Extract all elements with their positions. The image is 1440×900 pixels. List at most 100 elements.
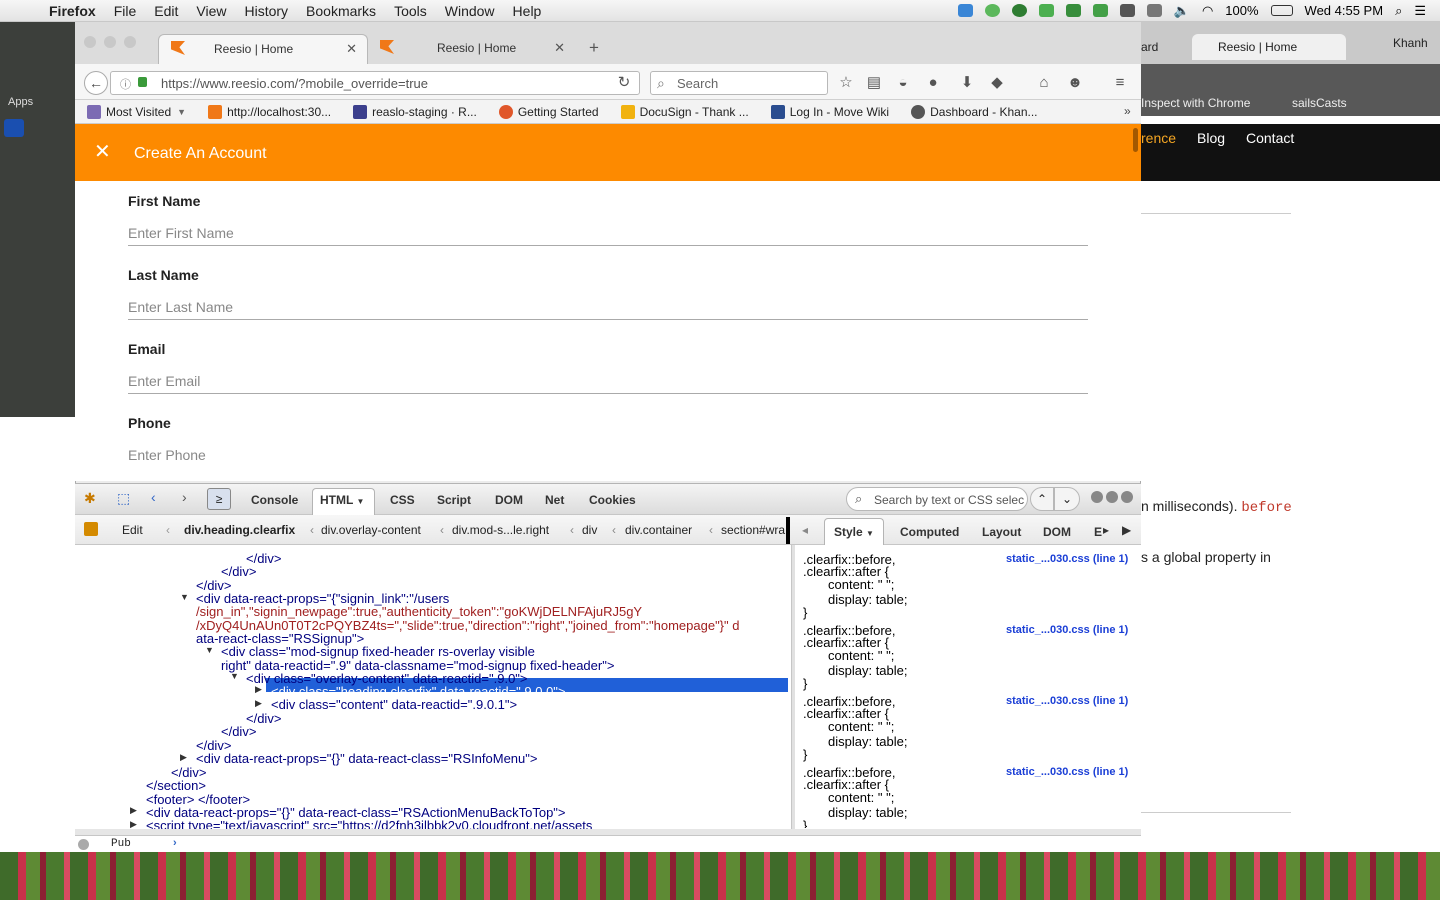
breadcrumb-item[interactable]: div.container — [625, 523, 692, 537]
hangouts-icon[interactable] — [1011, 4, 1027, 17]
command-input[interactable]: Pub — [111, 838, 131, 850]
bookmark-getting-started[interactable]: Getting Started — [498, 104, 621, 119]
breadcrumb-item[interactable]: div.mod-s...le.right — [452, 523, 549, 537]
html-line[interactable]: </div> — [221, 724, 256, 739]
home-icon[interactable]: ⌂ — [1035, 74, 1053, 92]
menu-app[interactable]: Firefox — [40, 3, 105, 19]
search-bar[interactable]: ⌕ Search — [650, 71, 828, 95]
expanded-triangle-icon[interactable]: ▼ — [205, 645, 214, 655]
css-property[interactable]: display: table; — [828, 805, 908, 820]
bg-bookmark-inspect[interactable]: Inspect with Chrome — [1141, 96, 1250, 110]
chrome-app-icon[interactable] — [4, 119, 24, 137]
crumb-scroll-left-icon[interactable]: ‹ — [166, 523, 170, 537]
background-tab[interactable]: Reesio | Home — [1192, 34, 1346, 60]
page-scrollbar[interactable] — [1133, 128, 1138, 152]
background-tab-fragment[interactable]: ard — [1141, 40, 1158, 54]
breadcrumb-item[interactable]: section#wra — [721, 523, 787, 537]
extension-icon[interactable]: ◆ — [988, 74, 1006, 92]
menu-file[interactable]: File — [105, 3, 146, 19]
last-name-field[interactable] — [128, 294, 1088, 320]
panel-splitter[interactable] — [786, 517, 790, 544]
css-source-link[interactable]: static_...030.css (line 1) — [1006, 695, 1128, 707]
tab-close-icon[interactable]: ✕ — [554, 40, 565, 56]
tab-css[interactable]: CSS — [390, 493, 415, 507]
reload-icon[interactable]: ↻ — [615, 74, 633, 92]
breadcrumb-item[interactable]: div.overlay-content — [321, 523, 421, 537]
firebug-menu-icon[interactable]: ✱ — [84, 490, 96, 507]
lock-icon[interactable] — [138, 77, 147, 87]
url-bar[interactable]: ⓘ https://www.reesio.com/?mobile_overrid… — [110, 71, 640, 95]
first-name-field[interactable] — [128, 220, 1088, 246]
bg-nav-contact[interactable]: Contact — [1246, 130, 1294, 146]
status-icon[interactable] — [984, 4, 1000, 17]
clear-icon[interactable] — [78, 839, 89, 850]
bookmarks-overflow-icon[interactable]: » — [1124, 104, 1131, 118]
bluetooth-icon[interactable] — [1146, 4, 1162, 17]
volume-icon[interactable]: 🔈 — [1174, 3, 1190, 19]
menu-bookmarks[interactable]: Bookmarks — [297, 3, 385, 19]
check-icon[interactable] — [1092, 4, 1108, 17]
search-next-button[interactable]: ⌄ — [1054, 487, 1080, 511]
back-arrow-icon[interactable]: ‹ — [151, 489, 156, 505]
html-line[interactable]: </section> — [146, 778, 206, 793]
css-source-link[interactable]: static_...030.css (line 1) — [1006, 766, 1128, 778]
menu-window[interactable]: Window — [436, 3, 504, 19]
email-field[interactable] — [128, 368, 1088, 394]
menu-help[interactable]: Help — [504, 3, 551, 19]
menu-edit[interactable]: Edit — [145, 3, 187, 19]
breadcrumb-item[interactable]: div — [582, 523, 597, 537]
bookmark-most-visited[interactable]: Most Visited ▼ — [87, 104, 208, 119]
forward-arrow-icon[interactable]: › — [182, 489, 187, 505]
side-tabs-scroll-left-icon[interactable]: ◂ — [802, 523, 808, 537]
html-line[interactable]: <div class="content" data-reactid=".9.0.… — [271, 697, 517, 712]
inspect-icon[interactable]: ⬚ — [117, 490, 130, 507]
bookmark-docusign[interactable]: DocuSign - Thank ... — [620, 104, 771, 119]
tab-net[interactable]: Net — [545, 493, 564, 507]
side-tabs-scroll-right-icon[interactable]: ▶ — [1122, 523, 1131, 537]
messages-icon[interactable] — [1038, 4, 1054, 17]
html-line[interactable]: <div data-react-props="{}" data-react-cl… — [196, 751, 537, 766]
download-icon[interactable]: ⬇ — [958, 74, 976, 92]
phone-field[interactable] — [128, 442, 1088, 468]
tab-computed[interactable]: Computed — [900, 525, 959, 539]
window-zoom-button[interactable] — [124, 36, 136, 48]
tab-events[interactable]: E — [1094, 525, 1102, 539]
new-tab-button[interactable]: + — [589, 38, 599, 58]
battery-icon[interactable] — [1270, 5, 1293, 16]
info-icon[interactable]: ⓘ — [120, 76, 131, 92]
tweetbot-icon[interactable] — [1119, 4, 1135, 17]
css-property[interactable]: display: table; — [828, 663, 908, 678]
bookmark-dashboard[interactable]: Dashboard - Khan... — [911, 104, 1059, 119]
hello-icon[interactable]: ☻ — [1066, 74, 1084, 92]
evernote-icon[interactable] — [1065, 4, 1081, 17]
css-property[interactable]: content: " "; — [828, 790, 894, 805]
menu-icon[interactable]: ≡ — [1111, 74, 1129, 92]
bookmark-localhost[interactable]: http://localhost:30... — [208, 104, 353, 119]
collapsed-triangle-icon[interactable]: ▶ — [130, 805, 137, 816]
html-line[interactable]: <div class="mod-signup fixed-header rs-o… — [221, 644, 535, 659]
spotlight-icon[interactable]: ⌕ — [1395, 3, 1402, 19]
search-prev-button[interactable]: ⌃ — [1030, 487, 1054, 511]
tab-close-icon[interactable]: ✕ — [346, 41, 357, 57]
breadcrumb-item[interactable]: div.heading.clearfix — [184, 523, 295, 537]
clock[interactable]: Wed 4:55 PM — [1305, 3, 1384, 18]
menu-tools[interactable]: Tools — [385, 3, 436, 19]
collapsed-triangle-icon[interactable]: ▶ — [255, 698, 262, 709]
edit-button[interactable]: Edit — [122, 523, 143, 537]
command-line[interactable]: › Pub — [75, 835, 1141, 852]
tab-reesio-active[interactable]: Reesio | Home ✕ — [158, 34, 368, 64]
bookmark-move-wiki[interactable]: Log In - Move Wiki — [770, 104, 911, 119]
bg-bookmark-sailscasts[interactable]: sailsCasts — [1292, 96, 1347, 110]
html-line[interactable]: /sign_in","signin_newpage":true,"authent… — [196, 604, 642, 619]
expanded-triangle-icon[interactable]: ▼ — [230, 671, 239, 681]
css-source-link[interactable]: static_...030.css (line 1) — [1006, 624, 1128, 636]
close-firebug-icon[interactable] — [1121, 491, 1133, 503]
tab-script[interactable]: Script — [437, 493, 471, 507]
css-property[interactable]: display: table; — [828, 734, 908, 749]
menu-view[interactable]: View — [187, 3, 235, 19]
detach-firebug-icon[interactable] — [1106, 491, 1118, 503]
expanded-triangle-icon[interactable]: ▼ — [180, 592, 189, 602]
css-property[interactable]: content: " "; — [828, 577, 894, 592]
tab-dom[interactable]: DOM — [495, 493, 523, 507]
break-on-mutate-icon[interactable] — [84, 522, 98, 536]
